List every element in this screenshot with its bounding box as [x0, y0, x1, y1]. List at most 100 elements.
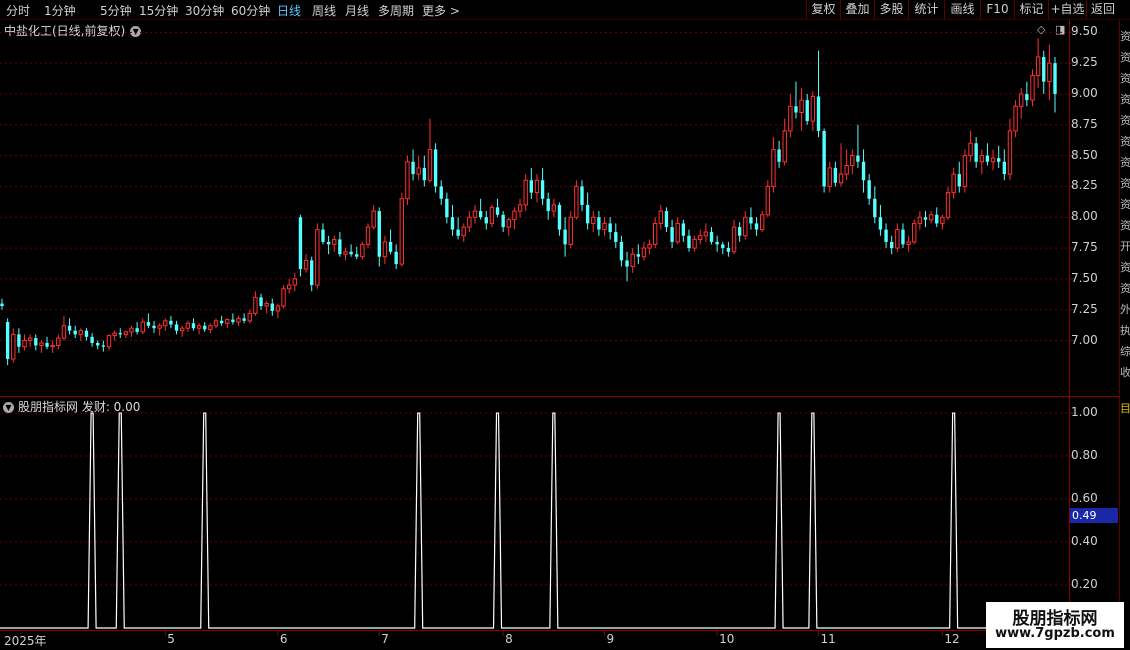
candle-body — [174, 324, 179, 331]
candle-body — [974, 143, 978, 162]
side-tab-glyph[interactable]: 资 — [1120, 154, 1130, 170]
candle-body — [833, 167, 838, 183]
candle-body — [997, 158, 1001, 162]
indicator-tick-label: 0.60 — [1071, 491, 1098, 506]
price-tick-label: 9.50 — [1071, 24, 1098, 39]
candle-body — [563, 229, 567, 245]
candle-body — [495, 207, 500, 215]
side-tab-glyph[interactable]: 开 — [1120, 238, 1130, 254]
side-tab-glyph[interactable]: 执 — [1120, 322, 1130, 338]
candle-body — [343, 251, 348, 255]
candle-body — [478, 211, 483, 218]
candle-body — [1007, 130, 1013, 175]
side-tab-glyph[interactable]: 收 — [1120, 364, 1130, 380]
candle-body — [152, 325, 156, 329]
price-tick-label: 8.00 — [1071, 209, 1098, 224]
candle-body — [653, 222, 658, 245]
candle-body — [568, 216, 573, 245]
side-tab-glyph[interactable]: 资 — [1120, 70, 1130, 86]
side-tab-glyph[interactable]: 资 — [1120, 133, 1130, 149]
candle-body — [625, 260, 629, 267]
candle-body — [264, 303, 269, 307]
candle-body — [850, 155, 855, 166]
candle-body — [878, 217, 883, 230]
side-tab-glyph[interactable]: 综 — [1120, 343, 1130, 359]
candle-body — [303, 259, 309, 270]
candle-body — [11, 333, 16, 360]
candle-body — [945, 192, 951, 218]
candle-body — [912, 222, 917, 243]
side-tab-glyph[interactable]: 资 — [1120, 217, 1130, 233]
candle-body — [962, 155, 968, 187]
candle-body — [146, 322, 151, 326]
candle-body — [771, 148, 776, 187]
side-tab-glyph[interactable]: 资 — [1120, 112, 1130, 128]
side-tab-glyph[interactable]: 资 — [1120, 91, 1130, 107]
candle-body — [219, 320, 224, 324]
candle-body — [687, 235, 691, 249]
candle-body — [664, 211, 669, 228]
candle-body — [731, 226, 737, 253]
signal-series-line — [0, 412, 1130, 629]
side-tab-glyph[interactable]: 外 — [1120, 301, 1130, 317]
side-tab-glyph[interactable]: 资 — [1120, 280, 1130, 296]
candle-body — [501, 214, 505, 228]
candle-body — [968, 142, 973, 157]
candle-body — [906, 241, 911, 245]
candle-body — [388, 241, 393, 252]
candle-body — [754, 223, 759, 230]
side-tab-glyph[interactable]: 资 — [1120, 175, 1130, 191]
date-tick-label: 9 — [606, 632, 615, 646]
candle-body — [17, 334, 21, 347]
candle-body — [467, 216, 472, 228]
candle-body — [394, 251, 398, 265]
candle-body — [169, 320, 173, 325]
side-tab-glyph[interactable]: 资 — [1120, 259, 1130, 275]
candle-body — [445, 198, 449, 218]
candle-body — [641, 247, 647, 258]
candle-body — [597, 217, 601, 230]
price-tick-label: 7.75 — [1071, 240, 1098, 255]
candle-body — [1030, 74, 1035, 101]
candle-body — [782, 130, 787, 163]
candle-body — [749, 217, 753, 224]
candle-body — [39, 342, 44, 346]
side-tab-glyph[interactable]: 资 — [1120, 28, 1130, 44]
candle-body — [326, 241, 331, 245]
candle-body — [203, 325, 207, 330]
candle-body — [236, 317, 241, 323]
side-tab-glyph[interactable]: 资 — [1120, 49, 1130, 65]
candle-body — [286, 284, 292, 290]
candle-body — [439, 186, 443, 199]
candle-body — [1035, 56, 1041, 76]
candle-body — [726, 248, 731, 252]
candle-body — [123, 331, 129, 335]
candle-body — [957, 174, 961, 187]
candle-body — [349, 251, 353, 255]
candle-body — [765, 185, 771, 216]
candle-body — [856, 155, 860, 162]
candle-body — [935, 214, 939, 224]
candle-body — [332, 238, 337, 245]
candle-body — [546, 198, 550, 212]
candle-body — [456, 229, 460, 236]
candle-body — [34, 338, 38, 346]
date-tick-label: 7 — [381, 632, 389, 646]
candle-body — [670, 227, 674, 242]
candle-body — [208, 325, 213, 330]
kline-chart[interactable] — [0, 0, 1130, 650]
candle-body — [585, 204, 590, 224]
candle-body — [979, 155, 984, 163]
candle-body — [985, 155, 990, 162]
candle-body — [427, 148, 433, 181]
candle-body — [940, 216, 945, 224]
candle-body — [838, 173, 844, 184]
side-tab-glyph[interactable]: 资 — [1120, 196, 1130, 212]
candle-body — [917, 216, 923, 224]
candle-body — [45, 342, 49, 347]
candle-body — [591, 216, 596, 224]
side-tab-glyph[interactable]: 目 — [1120, 400, 1130, 416]
candle-body — [140, 321, 145, 333]
candle-body — [118, 333, 122, 335]
current-value-label: 0.49 — [1070, 508, 1118, 523]
